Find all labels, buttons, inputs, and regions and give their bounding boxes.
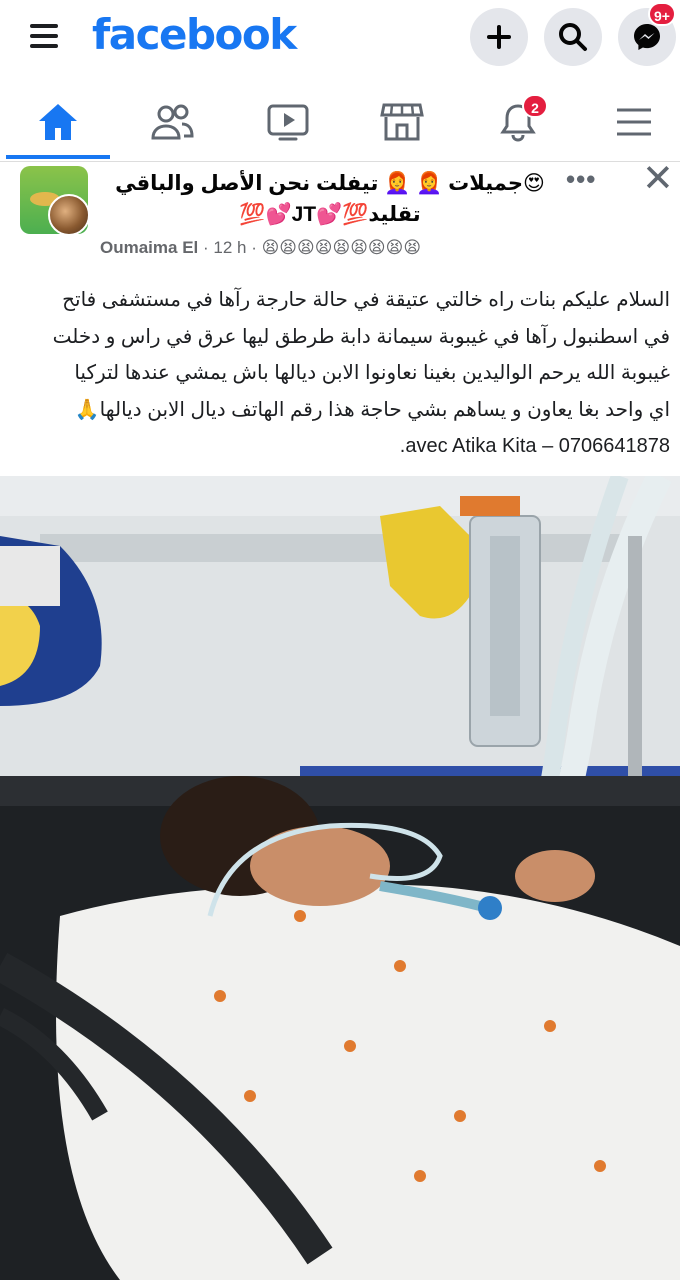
tab-marketplace[interactable] (358, 84, 446, 160)
group-title[interactable]: 😍جميلات 👩‍🦰 👩‍🦰 تيفلت نحن الأصل والباقي … (110, 168, 550, 230)
home-icon (39, 104, 77, 140)
hamburger-menu-icon[interactable] (30, 24, 58, 50)
plus-icon (487, 25, 511, 49)
emoji-row: 😫😫😫😫😫😫😫😫😫 (261, 238, 422, 257)
notifications-badge: 2 (522, 94, 548, 118)
messenger-badge: 9+ (648, 2, 676, 26)
author-avatar[interactable] (48, 194, 90, 236)
post-timestamp[interactable]: 12 h (213, 238, 246, 257)
group-title-line1: 😍جميلات 👩‍🦰 👩‍🦰 تيفلت نحن الأصل والباقي (115, 172, 545, 195)
facebook-logo[interactable]: facebook (92, 10, 297, 59)
more-options-icon[interactable]: ••• (566, 164, 596, 195)
search-icon (559, 23, 587, 51)
tab-notifications[interactable]: 2 (474, 84, 562, 160)
tab-bar: 2 (0, 84, 680, 162)
post-header: 😍جميلات 👩‍🦰 👩‍🦰 تيفلت نحن الأصل والباقي … (0, 160, 680, 274)
hospital-photo-illustration (0, 476, 680, 1280)
post-text-line: اي واحد بغا يعاون و يساهم بشي حاجة هذا ر… (74, 398, 670, 421)
tab-home[interactable] (14, 84, 102, 160)
tab-menu[interactable] (590, 84, 678, 160)
tab-friends[interactable] (128, 84, 216, 160)
post-text-line: 0706641878 – avec Atika Kita. (399, 435, 670, 457)
active-tab-indicator (6, 155, 110, 159)
messenger-button[interactable]: 9+ (618, 2, 676, 66)
post-text-line: غيبوبة الله يرحم الواليدين بغينا نعاونوا… (74, 362, 670, 384)
post-text-line: في اسطنبول رآها في غيبوبة سيمانة دابة طر… (52, 325, 670, 348)
marketplace-icon (380, 103, 424, 141)
tab-watch[interactable] (244, 84, 332, 160)
post-photo[interactable] (0, 476, 680, 1280)
group-title-line2: تقليد💯💕JT💕💯 (239, 203, 421, 226)
create-post-button[interactable] (470, 8, 528, 66)
post-body: السلام عليكم بنات راه خالتي عتيقة في حال… (14, 282, 670, 465)
menu-icon (617, 108, 651, 136)
top-bar: facebook 9+ (0, 0, 680, 78)
friends-icon (151, 104, 194, 140)
post-meta: Oumaima El · 12 h · 😫😫😫😫😫😫😫😫😫 (100, 238, 422, 257)
post-text-line: السلام عليكم بنات راه خالتي عتيقة في حال… (62, 289, 670, 311)
search-button[interactable] (544, 8, 602, 66)
close-icon[interactable]: ✕ (642, 160, 674, 198)
video-icon (267, 104, 309, 141)
author-name[interactable]: Oumaima El (100, 238, 198, 257)
